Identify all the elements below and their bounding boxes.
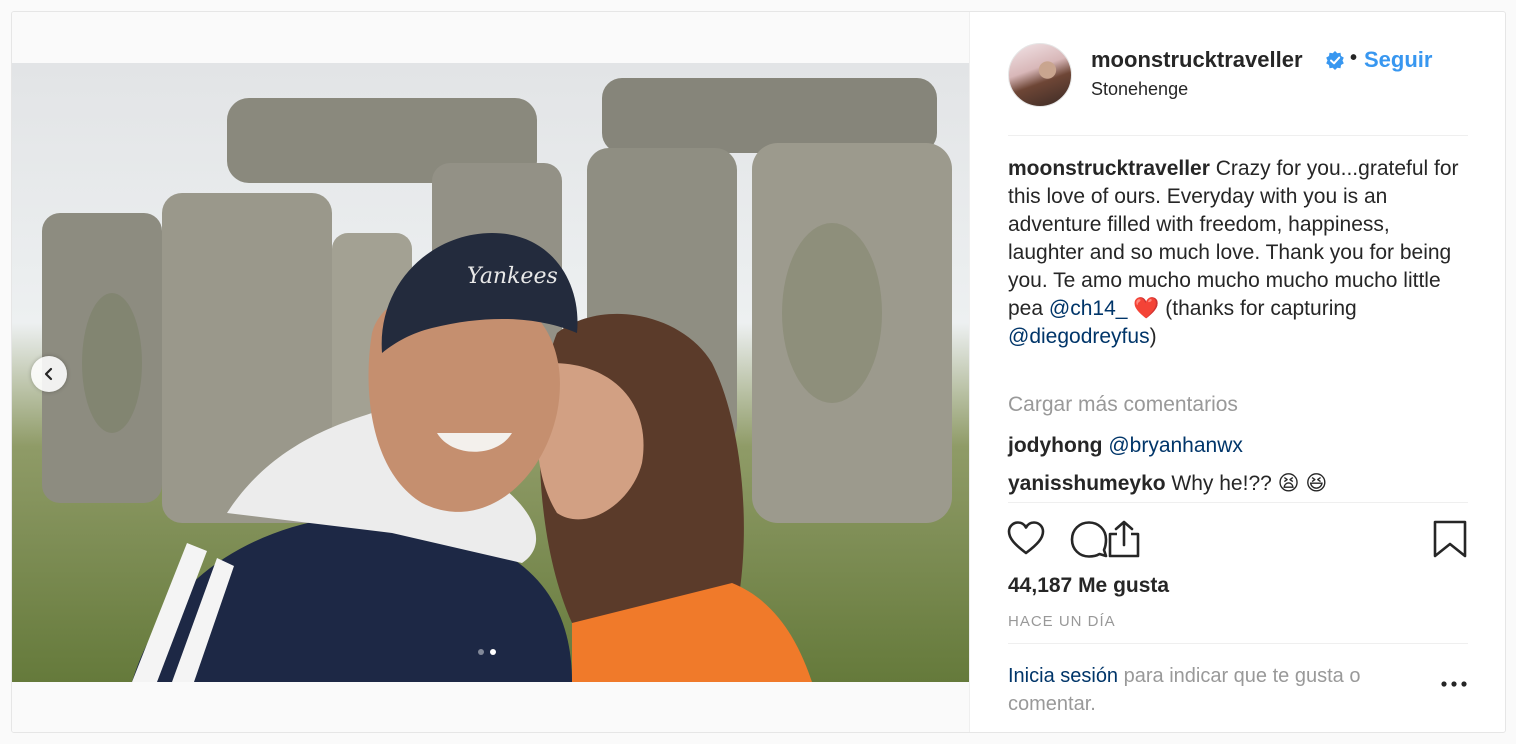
comment-text: Why he!?? 😫 😆	[1171, 472, 1328, 495]
post-photo[interactable]: Yankees	[12, 63, 969, 682]
slide-dot	[478, 649, 484, 655]
post-caption: moonstrucktraveller Crazy for you...grat…	[1008, 155, 1468, 351]
likes-count[interactable]: 44,187 Me gusta	[1008, 574, 1169, 598]
footer-divider	[1008, 643, 1468, 644]
post-media: Yankees	[12, 12, 969, 732]
caption-text-3: )	[1149, 325, 1157, 348]
caption-mention[interactable]: @diegodreyfus	[1008, 325, 1150, 348]
caption-text-2: (thanks for capturing	[1165, 297, 1357, 320]
location-link[interactable]: Stonehenge	[1091, 79, 1188, 100]
heart-emoji: ❤️	[1133, 297, 1160, 320]
separator-dot: •	[1350, 47, 1358, 69]
comment-item: jodyhong @bryanhanwx	[1008, 434, 1243, 458]
share-icon[interactable]	[1104, 519, 1144, 559]
caption-username[interactable]: moonstrucktraveller	[1008, 157, 1210, 180]
slide-dot-active	[490, 649, 496, 655]
header-divider	[1008, 135, 1468, 136]
username-link[interactable]: moonstrucktraveller	[1091, 47, 1303, 73]
load-more-comments-button[interactable]: Cargar más comentarios	[1008, 393, 1238, 417]
post-sidebar: moonstrucktraveller • Seguir Stonehenge …	[969, 12, 1505, 732]
comment-mention[interactable]: @bryanhanwx	[1108, 434, 1243, 457]
comment-icon[interactable]	[1069, 519, 1109, 559]
action-bar	[1006, 519, 1470, 559]
login-prompt: Inicia sesión para indicar que te gusta …	[1008, 662, 1428, 718]
post-timestamp[interactable]: HACE UN DÍA	[1008, 613, 1116, 630]
post-header: moonstrucktraveller • Seguir Stonehenge	[970, 12, 1505, 135]
heart-icon[interactable]	[1006, 519, 1046, 559]
comment-username[interactable]: yanisshumeyko	[1008, 472, 1166, 495]
avatar[interactable]	[1008, 43, 1072, 107]
svg-text:Yankees: Yankees	[467, 264, 558, 289]
stonehenge-photo: Yankees	[42, 78, 952, 682]
previous-slide-button[interactable]	[31, 356, 67, 392]
comment-item: yanisshumeyko Why he!?? 😫 😆	[1008, 471, 1327, 496]
caption-mention[interactable]: @ch14_	[1049, 297, 1128, 320]
comment-username[interactable]: jodyhong	[1008, 434, 1102, 457]
follow-button[interactable]: Seguir	[1364, 47, 1432, 73]
verified-badge-icon	[1326, 51, 1344, 70]
bookmark-icon[interactable]	[1430, 519, 1470, 559]
comments-divider	[1008, 502, 1468, 503]
chevron-left-icon	[44, 367, 53, 381]
more-options-icon[interactable]	[1440, 680, 1468, 688]
slide-indicator	[478, 649, 496, 655]
login-link[interactable]: Inicia sesión	[1008, 665, 1118, 687]
caption-text: Crazy for you...grateful for this love o…	[1008, 157, 1459, 320]
instagram-post: Yankees moonstrucktraveller • Seguir Sto…	[11, 11, 1506, 733]
